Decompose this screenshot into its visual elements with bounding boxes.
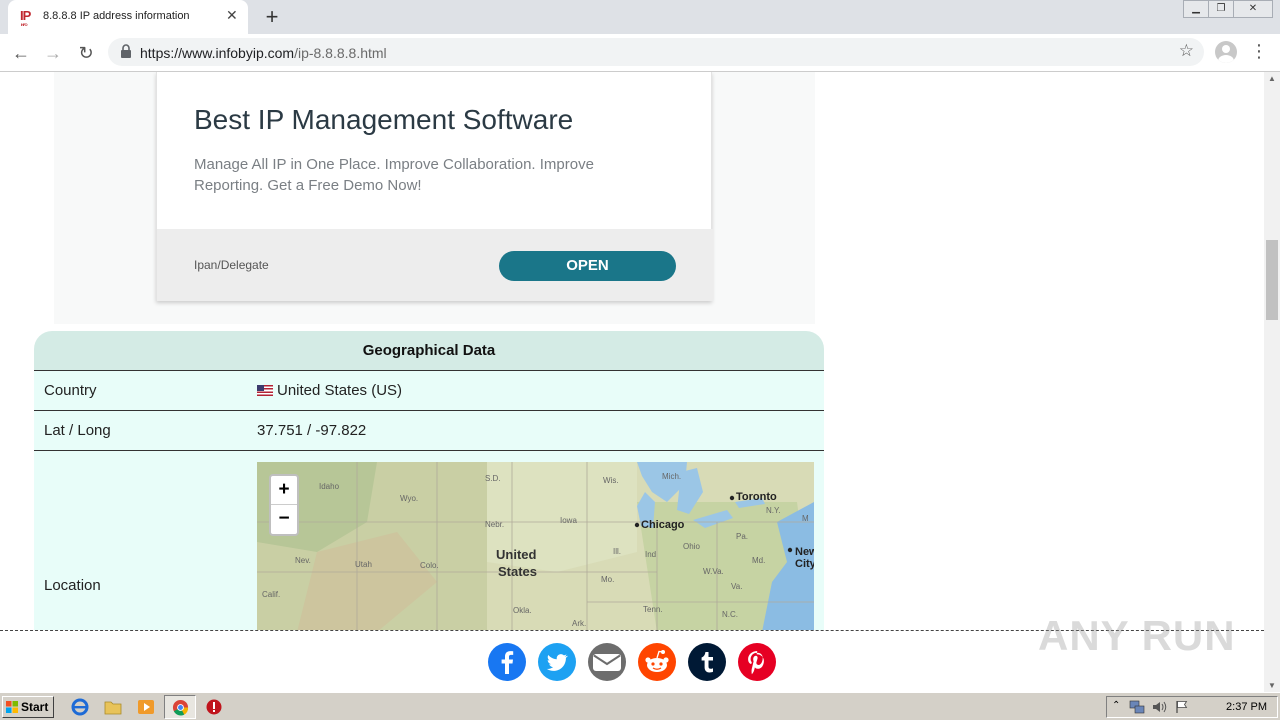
volume-icon[interactable] [1151,700,1167,714]
lock-icon [121,44,131,58]
zoom-out-button[interactable]: − [271,505,297,534]
forward-button[interactable]: → [40,40,66,66]
row-value: 37.751 / -97.822 [257,422,367,439]
anyrun-watermark: ANY RUN [1038,612,1236,659]
browser-menu-icon[interactable]: ⋮ [1250,41,1268,62]
maximize-button[interactable]: ❐ [1208,0,1234,18]
pinterest-share-button[interactable] [738,643,776,681]
tumblr-share-button[interactable] [688,643,726,681]
row-value: United States (US) [257,382,402,399]
us-flag-icon [257,385,273,396]
ad-footer: Ipan/Delegate OPEN [157,229,713,301]
facebook-icon [488,643,526,681]
ad-title[interactable]: Best IP Management Software [194,104,573,136]
reload-button[interactable]: ↻ [73,40,99,66]
map-zoom-control: + − [269,474,299,536]
row-label: Location [44,577,101,594]
site-favicon-icon: IP INFO [20,8,31,27]
folder-icon[interactable] [104,698,122,716]
pinterest-icon [738,643,776,681]
tumblr-icon [688,643,726,681]
scroll-up-arrow-icon[interactable]: ▲ [1268,74,1276,83]
row-label: Lat / Long [44,422,111,439]
system-tray: ⌃ 2:37 PM [1106,696,1278,718]
profile-avatar-icon[interactable] [1215,41,1237,63]
bookmark-star-icon[interactable]: ☆ [1179,41,1194,61]
twitter-icon [538,643,576,681]
email-icon [588,643,626,681]
windows-taskbar: Start ⌃ 2:37 PM [0,692,1280,720]
row-label: Country [44,382,97,399]
reddit-share-button[interactable] [638,643,676,681]
page-scrollbar[interactable]: ▲ ▼ [1264,72,1280,692]
network-icon[interactable] [1129,700,1145,714]
chrome-taskbar-button[interactable] [164,695,196,719]
scroll-down-arrow-icon[interactable]: ▼ [1268,681,1276,690]
window-close-button[interactable]: ✕ [1233,0,1273,18]
action-center-flag-icon[interactable] [1175,700,1189,714]
twitter-share-button[interactable] [538,643,576,681]
stop-sign-icon[interactable] [205,698,223,716]
minimize-button[interactable]: ▁ [1183,0,1209,18]
internet-explorer-icon[interactable] [71,698,89,716]
ad-text: Manage All IP in One Place. Improve Coll… [194,156,594,194]
zoom-in-button[interactable]: + [271,476,297,505]
media-player-icon[interactable] [137,698,155,716]
taskbar-clock[interactable]: 2:37 PM [1226,701,1267,713]
browser-tab-strip: IP INFO 8.8.8.8 IP address information ✕ … [0,0,1280,34]
url-text: https://www.infobyip.com/ip-8.8.8.8.html [140,45,387,61]
start-button[interactable]: Start [2,696,54,718]
email-share-button[interactable] [588,643,626,681]
browser-toolbar: ← → ↻ https://www.infobyip.com/ip-8.8.8.… [0,34,1280,72]
geographical-data-table: Geographical Data Country United States … [34,331,824,630]
address-bar[interactable]: https://www.infobyip.com/ip-8.8.8.8.html… [108,38,1204,66]
ad-open-button[interactable]: OPEN [499,251,676,281]
new-tab-button[interactable]: + [260,4,284,30]
tray-expand-icon[interactable]: ⌃ [1112,700,1120,711]
ad-container: Best IP Management Software Manage All I… [54,72,815,324]
browser-tab[interactable]: IP INFO 8.8.8.8 IP address information ✕ [8,0,248,34]
scrollbar-thumb[interactable] [1266,240,1278,320]
table-heading: Geographical Data [34,331,824,371]
reddit-icon [638,643,676,681]
table-row: Country United States (US) [34,371,824,411]
windows-logo-icon [6,701,18,713]
close-tab-icon[interactable]: ✕ [226,7,238,24]
table-row: Lat / Long 37.751 / -97.822 [34,411,824,451]
page-viewport: Best IP Management Software Manage All I… [0,72,1264,630]
ad-source: Ipan/Delegate [194,258,269,272]
tab-title: 8.8.8.8 IP address information [43,10,190,22]
back-button[interactable]: ← [8,40,34,66]
ad-card[interactable]: Best IP Management Software Manage All I… [156,72,713,301]
location-map[interactable]: Idaho Wyo. S.D. Wis. Mich. Toronto N.Y. … [257,462,814,630]
map-labels: Idaho Wyo. S.D. Wis. Mich. Toronto N.Y. … [262,472,814,628]
facebook-share-button[interactable] [488,643,526,681]
chrome-icon [172,699,189,716]
